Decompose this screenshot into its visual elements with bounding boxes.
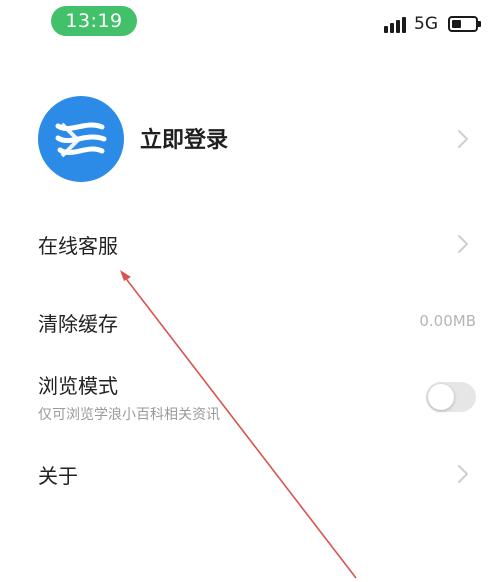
browse-mode-toggle[interactable] [426, 382, 476, 412]
toggle-knob [428, 384, 454, 410]
login-label: 立即登录 [140, 128, 229, 153]
menu-item-about[interactable]: 关于 [0, 452, 500, 496]
cache-size-value: 0.00MB [419, 312, 476, 330]
network-type: 5G [414, 14, 438, 34]
avatar [38, 96, 124, 182]
customer-service-label: 在线客服 [38, 234, 118, 258]
waves-logo-icon [55, 122, 107, 158]
menu-item-customer-service[interactable]: 在线客服 [0, 222, 500, 266]
browse-mode-label: 浏览模式 [38, 374, 118, 398]
battery-icon [448, 16, 481, 32]
chevron-right-icon [458, 465, 468, 483]
menu-item-clear-cache[interactable]: 清除缓存 0.00MB [0, 300, 500, 344]
clear-cache-label: 清除缓存 [38, 312, 118, 336]
status-icons: 5G [384, 12, 481, 36]
settings-screen: 13:19 5G 立即登录 在线客服 清除缓存 0.00MB 浏览模式 仅可浏览… [0, 0, 500, 582]
chevron-right-icon [458, 235, 468, 253]
login-row[interactable]: 立即登录 [0, 96, 500, 182]
signal-bars-icon [384, 15, 408, 33]
status-time: 13:19 [51, 6, 137, 36]
about-label: 关于 [38, 464, 78, 488]
browse-mode-description: 仅可浏览学浪小百科相关资讯 [38, 407, 220, 423]
chevron-right-icon [458, 130, 468, 148]
menu-item-browse-mode: 浏览模式 仅可浏览学浪小百科相关资讯 [0, 366, 500, 430]
